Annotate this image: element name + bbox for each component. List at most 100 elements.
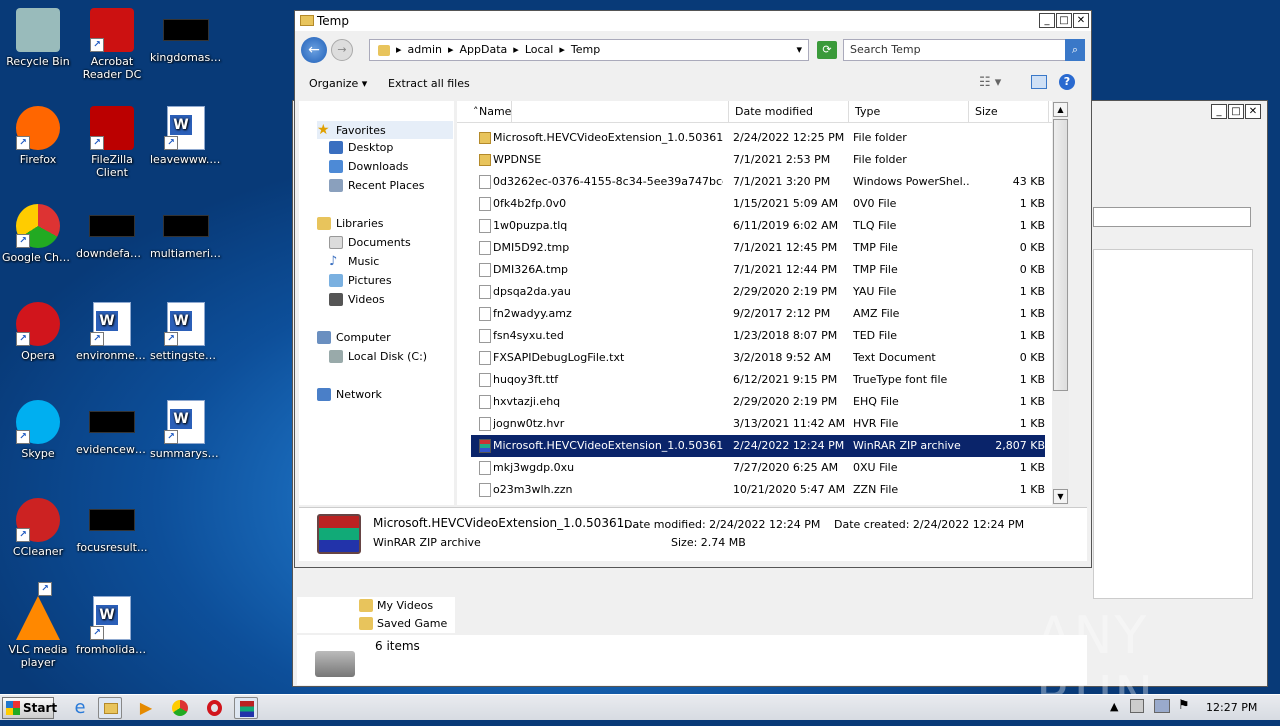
desktop-icon-recycle-bin[interactable]: Recycle Bin (0, 4, 76, 68)
opera-taskbar-icon[interactable] (202, 697, 226, 719)
ie-taskbar-icon[interactable]: e (68, 697, 92, 719)
chevron-down-icon[interactable]: ▾ (796, 40, 802, 60)
desktop-icon-focusresult[interactable]: focusresult... (74, 494, 150, 554)
file-row[interactable]: Microsoft.HEVCVideoExtension_1.0.50361.0… (471, 127, 1045, 149)
column-size[interactable]: Size (969, 101, 1049, 123)
desktop-icon-opera[interactable]: ↗ Opera (0, 298, 76, 362)
file-row[interactable]: 0fk4b2fp.0v0 1/15/2021 5:09 AM 0V0 File 1 K… (471, 193, 1045, 215)
extract-all-button[interactable]: Extract all files (388, 77, 470, 90)
forward-button[interactable]: → (331, 39, 353, 61)
preview-pane-icon[interactable] (1031, 75, 1047, 89)
desktop-icon-skype[interactable]: ↗ Skype (0, 396, 76, 460)
desktop-icon-fromholiday[interactable]: ↗ fromholiday... (74, 592, 150, 656)
tree-local-disk[interactable]: Local Disk (C:) (329, 350, 427, 363)
file-row[interactable]: jognw0tz.hvr 3/13/2021 11:42 AM HVR File 1 … (471, 413, 1045, 435)
bg-address-field[interactable] (1093, 207, 1251, 227)
desktop-icon-ccleaner[interactable]: ↗ CCleaner (0, 494, 76, 558)
desktop-icon-evidencewhi[interactable]: evidencewhi... (74, 396, 150, 456)
vlc-icon: ↗ (16, 582, 60, 640)
scroll-up-icon[interactable]: ▲ (1053, 102, 1068, 117)
view-options-icon[interactable]: ☷ ▾ (979, 75, 1001, 90)
file-row[interactable]: fn2wadyy.amz 9/2/2017 2:12 PM AMZ File 1 KB (471, 303, 1045, 325)
breadcrumb-local[interactable]: Local (525, 40, 554, 60)
tree-favorites[interactable]: ★ Favorites (317, 121, 453, 139)
breadcrumb-admin[interactable]: admin (408, 40, 442, 60)
tree-recent[interactable]: Recent Places (329, 179, 425, 192)
scroll-down-icon[interactable]: ▼ (1053, 489, 1068, 504)
search-icon[interactable]: ⌕ (1065, 39, 1085, 61)
network-tray-icon[interactable] (1154, 699, 1170, 713)
tree-computer[interactable]: Computer (317, 331, 391, 344)
organize-button[interactable]: Organize ▾ (309, 77, 367, 90)
shortcut-arrow-icon: ↗ (38, 582, 52, 596)
file-row[interactable]: huqoy3ft.ttf 6/12/2021 9:15 PM TrueType fo… (471, 369, 1045, 391)
bg-tree-item[interactable]: Saved Game (359, 617, 447, 630)
desktop-icon-summarysu[interactable]: ↗ summarysu... (148, 396, 224, 460)
desktop-icon-downdefaul[interactable]: downdefaul... (74, 200, 150, 260)
show-hidden-icons[interactable]: ▲ (1110, 700, 1118, 713)
file-icon (479, 241, 491, 255)
tree-music[interactable]: ♪ Music (329, 255, 379, 268)
bg-minimize-button[interactable]: _ (1211, 104, 1227, 119)
desktop-icon-settingstep-rtf[interactable]: ↗ settingstep.rtf (148, 298, 224, 362)
tree-downloads[interactable]: Downloads (329, 160, 408, 173)
chrome-taskbar-icon[interactable] (168, 697, 192, 719)
bg-close-button[interactable]: ✕ (1245, 104, 1261, 119)
winrar-taskbar-icon[interactable] (234, 697, 258, 719)
search-input[interactable]: Search Temp ⌕ (843, 39, 1085, 61)
title-bar[interactable]: Temp _ □ ✕ (295, 11, 1091, 31)
tree-videos[interactable]: Videos (329, 293, 385, 306)
desktop-icon-acrobat-reader-dc[interactable]: ↗ Acrobat Reader DC (74, 4, 150, 81)
breadcrumb-appdata[interactable]: AppData (460, 40, 508, 60)
file-row[interactable]: fsn4syxu.ted 1/23/2018 8:07 PM TED File 1 K… (471, 325, 1045, 347)
desktop-icon-leavewww-rtf[interactable]: ↗ leavewww.rtf (148, 102, 224, 166)
file-row[interactable]: Microsoft.HEVCVideoExtension_1.0.50361.0… (471, 435, 1045, 457)
file-row[interactable]: 0d3262ec-0376-4155-8c34-5ee39a747bce.ps1… (471, 171, 1045, 193)
desktop-icon-multiameric[interactable]: multiameric... (148, 200, 224, 260)
file-row[interactable]: WPDNSE 7/1/2021 2:53 PM File folder (471, 149, 1045, 171)
item-count: 6 items (375, 639, 420, 653)
desktop-icon-filezilla-client[interactable]: ↗ FileZilla Client (74, 102, 150, 179)
tree-desktop[interactable]: Desktop (329, 141, 393, 154)
file-row[interactable]: o23m3wlh.zzn 10/21/2020 5:47 AM ZZN File 1 … (471, 479, 1045, 501)
close-button[interactable]: ✕ (1073, 13, 1089, 28)
tree-pictures[interactable]: Pictures (329, 274, 392, 287)
tree-documents[interactable]: Documents (329, 236, 411, 249)
clock[interactable]: 12:27 PM (1206, 701, 1257, 714)
bg-maximize-button[interactable]: □ (1228, 104, 1244, 119)
file-row[interactable]: hxvtazji.ehq 2/29/2020 2:19 PM EHQ File 1 K… (471, 391, 1045, 413)
file-row[interactable]: DMI5D92.tmp 7/1/2021 12:45 PM TMP File 0 KB (471, 237, 1045, 259)
column-date[interactable]: Date modified (729, 101, 849, 123)
column-name[interactable]: Name ˄ (467, 101, 729, 123)
back-button[interactable]: ← (301, 37, 327, 63)
file-type: TED File (853, 329, 898, 342)
desktop-icon-firefox[interactable]: ↗ Firefox (0, 102, 76, 166)
file-row[interactable]: FXSAPIDebugLogFile.txt 3/2/2018 9:52 AM Te… (471, 347, 1045, 369)
desktop-icon-vlc-media-player[interactable]: ↗ VLC media player (0, 582, 76, 669)
help-icon[interactable]: ? (1059, 74, 1075, 90)
desktop-icon-google-chrome[interactable]: ↗ Google Chrome (0, 200, 76, 264)
desktop-icon-kingdomasia[interactable]: kingdomasia... (148, 4, 224, 64)
file-row[interactable]: 1w0puzpa.tlq 6/11/2019 6:02 AM TLQ File 1 K… (471, 215, 1045, 237)
file-row[interactable]: mkj3wgdp.0xu 7/27/2020 6:25 AM 0XU File 1 K… (471, 457, 1045, 479)
flag-icon[interactable]: ⚑ (1178, 698, 1190, 713)
file-row[interactable]: DMI326A.tmp 7/1/2021 12:44 PM TMP File 0 KB (471, 259, 1045, 281)
column-type[interactable]: Type (849, 101, 969, 123)
media-player-taskbar-icon[interactable]: ▶ (134, 697, 158, 719)
file-row[interactable]: dpsqa2da.yau 2/29/2020 2:19 PM YAU File 1 K… (471, 281, 1045, 303)
tree-network[interactable]: Network (317, 388, 382, 401)
desktop-icon-environmen[interactable]: ↗ environmen... (74, 298, 150, 362)
maximize-button[interactable]: □ (1056, 13, 1072, 28)
breadcrumb-temp[interactable]: Temp (571, 40, 600, 60)
start-button[interactable]: Start (2, 697, 57, 719)
refresh-button[interactable]: ⟳ (817, 41, 837, 59)
scroll-thumb[interactable] (1053, 119, 1068, 391)
vertical-scrollbar[interactable]: ▲ ▼ (1052, 101, 1069, 505)
minimize-button[interactable]: _ (1039, 13, 1055, 28)
tree-libraries[interactable]: Libraries (317, 217, 384, 230)
tray-icon[interactable] (1130, 699, 1144, 713)
explorer-taskbar-icon[interactable] (98, 697, 122, 719)
bg-tree-item[interactable]: My Videos (359, 599, 433, 612)
file-type: Windows PowerShel... (853, 175, 969, 188)
breadcrumb[interactable]: ▸ admin ▸ AppData ▸ Local ▸ Temp ▾ (369, 39, 809, 61)
